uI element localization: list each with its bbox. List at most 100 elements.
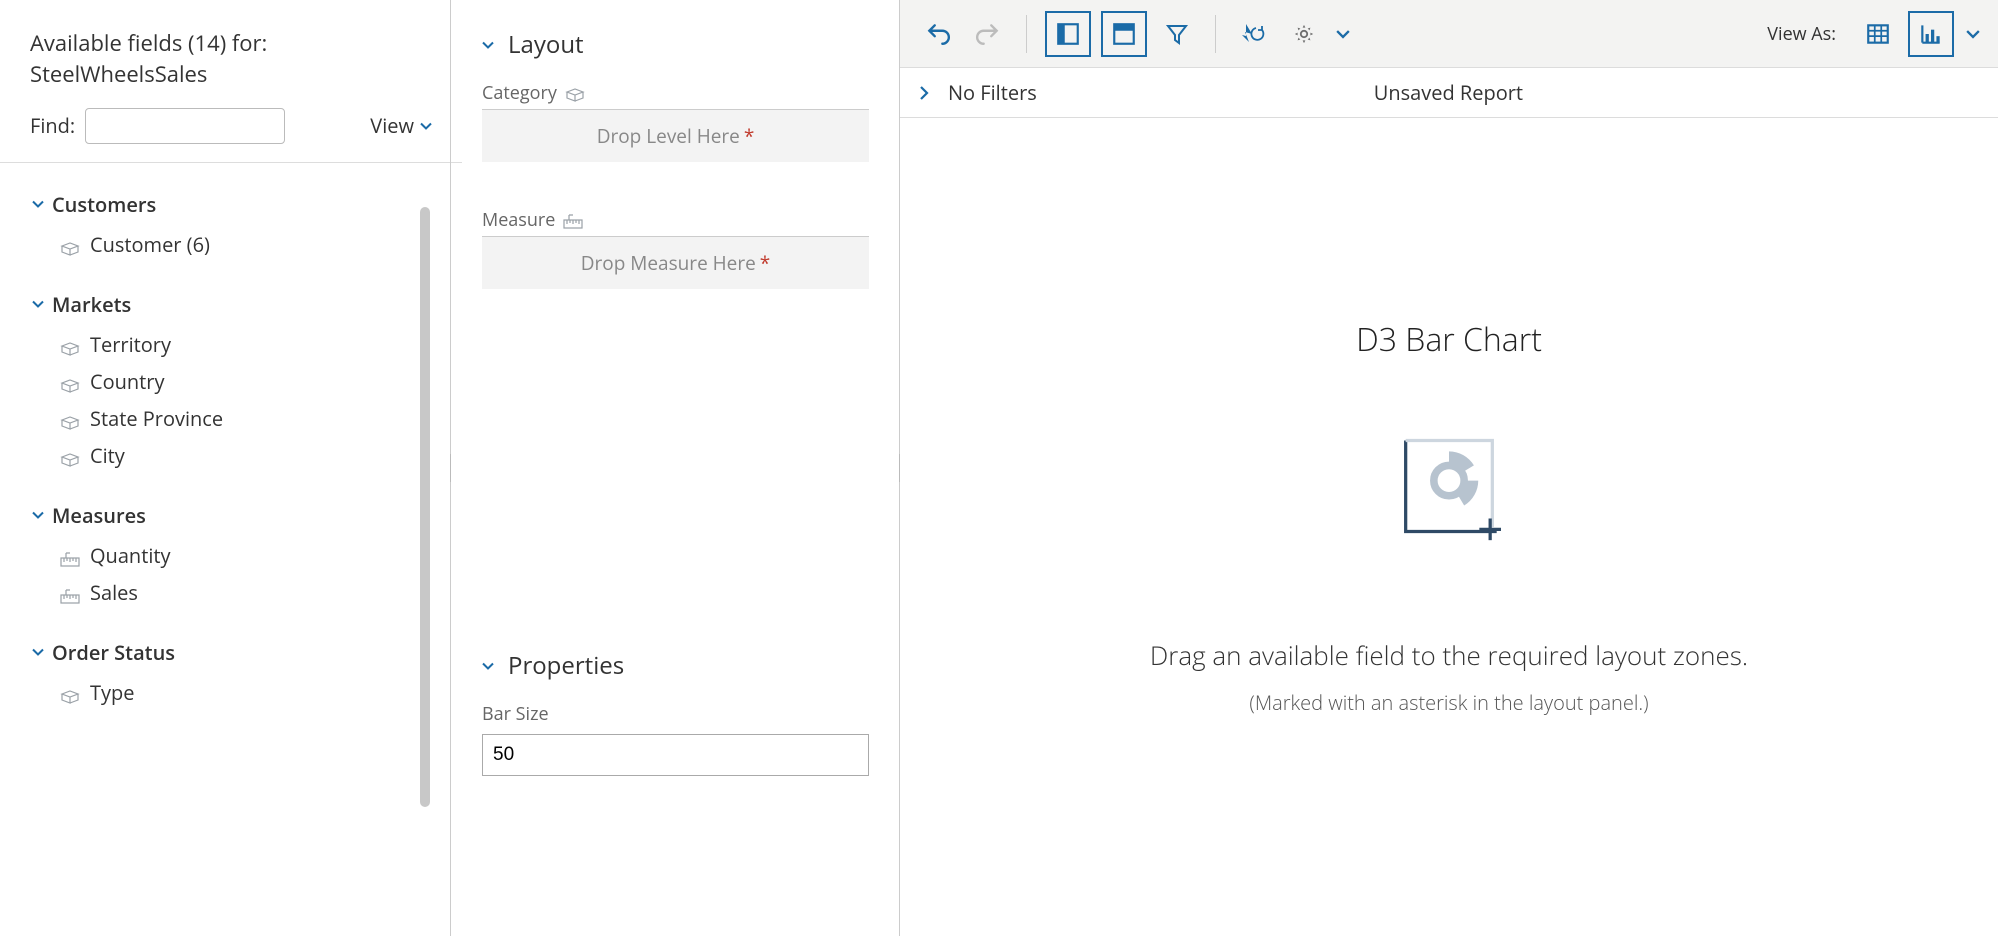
field-group-name: Customers <box>52 191 156 218</box>
field-item-label: State Province <box>90 405 223 432</box>
undo-button[interactable] <box>918 14 958 54</box>
field-group-name: Order Status <box>52 639 175 666</box>
fields-title-prefix: Available fields (14) for: <box>30 28 267 58</box>
field-item-label: Customer (6) <box>90 231 210 258</box>
vertical-divider <box>899 0 900 936</box>
field-item-label: City <box>90 442 125 469</box>
layout-section-header[interactable]: Layout <box>482 28 869 61</box>
resize-handle-icon[interactable] <box>450 454 451 482</box>
field-item[interactable]: Customer (6) <box>60 226 432 263</box>
properties-section: Properties Bar Size <box>482 649 869 776</box>
category-drop-zone[interactable]: Drop Level Here * <box>482 110 869 162</box>
filter-bar: No Filters Unsaved Report <box>900 68 1998 118</box>
report-canvas: D3 Bar Chart Drag an available field to … <box>900 118 1998 936</box>
field-group-header[interactable]: Markets <box>30 291 432 318</box>
view-as-chart-button[interactable] <box>1908 11 1954 57</box>
field-group-name: Markets <box>52 291 131 318</box>
field-item[interactable]: Territory <box>60 326 432 363</box>
measure-label-text: Measure <box>482 208 555 232</box>
field-item-label: Country <box>90 368 164 395</box>
toolbar-separator <box>1215 15 1216 53</box>
field-items: Customer (6) <box>30 226 432 263</box>
scrollbar[interactable] <box>420 207 430 907</box>
filter-button[interactable] <box>1157 14 1197 54</box>
dimension-icon <box>60 236 80 252</box>
toggle-layout-panel-button[interactable] <box>1101 11 1147 57</box>
field-item[interactable]: Country <box>60 363 432 400</box>
chevron-down-icon <box>30 646 46 658</box>
resize-handle-icon[interactable] <box>899 454 900 482</box>
find-label: Find: <box>30 112 75 139</box>
chevron-down-icon <box>30 509 46 521</box>
scrollbar-thumb[interactable] <box>420 207 430 807</box>
divider <box>0 162 462 163</box>
toggle-fields-panel-button[interactable] <box>1045 11 1091 57</box>
canvas-message: Drag an available field to the required … <box>1150 637 1748 673</box>
fields-title: Available fields (14) for: SteelWheelsSa… <box>30 28 432 90</box>
redo-button[interactable] <box>968 14 1008 54</box>
field-items: Territory Country State Province City <box>30 326 432 474</box>
category-zone-label: Category <box>482 81 869 110</box>
field-item[interactable]: Type <box>60 674 432 711</box>
toolbar-separator <box>1026 15 1027 53</box>
field-item[interactable]: Sales <box>60 574 432 611</box>
drop-measure-text: Drop Measure Here <box>581 250 756 276</box>
field-item-label: Sales <box>90 579 138 606</box>
report-panel: View As: No Filters Unsaved Report D3 Ba… <box>900 0 1998 936</box>
measure-icon <box>60 547 80 563</box>
fields-panel: Available fields (14) for: SteelWheelsSa… <box>0 0 450 936</box>
view-as-table-button[interactable] <box>1858 14 1898 54</box>
field-group: Customers Customer (6) <box>30 191 432 263</box>
chevron-down-icon <box>30 198 46 210</box>
field-group-name: Measures <box>52 502 146 529</box>
dimension-icon <box>60 373 80 389</box>
field-item[interactable]: City <box>60 437 432 474</box>
dimension-icon <box>60 336 80 352</box>
view-label: View <box>370 112 414 139</box>
field-group-header[interactable]: Order Status <box>30 639 432 666</box>
bar-size-input[interactable] <box>482 734 869 776</box>
field-group: Markets Territory Country State Province Cit… <box>30 291 432 474</box>
fields-source: SteelWheelsSales <box>30 59 207 89</box>
field-group-header[interactable]: Measures <box>30 502 432 529</box>
field-item-label: Territory <box>90 331 171 358</box>
chevron-down-icon <box>482 39 498 51</box>
view-dropdown[interactable]: View <box>370 112 432 139</box>
auto-refresh-button[interactable] <box>1234 14 1274 54</box>
field-items: Quantity Sales <box>30 537 432 611</box>
field-item[interactable]: Quantity <box>60 537 432 574</box>
required-asterisk: * <box>760 250 770 276</box>
dimension-icon <box>60 410 80 426</box>
toolbar: View As: <box>900 0 1998 68</box>
find-row: Find: View <box>30 108 432 144</box>
filter-status-text: No Filters <box>948 79 1037 106</box>
report-title: Unsaved Report <box>1037 79 1860 106</box>
measure-drop-zone[interactable]: Drop Measure Here * <box>482 237 869 289</box>
find-input[interactable] <box>85 108 285 144</box>
field-group: Order Status Type <box>30 639 432 711</box>
measure-icon <box>60 584 80 600</box>
canvas-sub-message: (Marked with an asterisk in the layout p… <box>1249 689 1648 716</box>
chevron-down-icon <box>420 120 432 132</box>
measure-zone-label: Measure <box>482 208 869 237</box>
field-items: Type <box>30 674 432 711</box>
layout-header-label: Layout <box>508 28 584 61</box>
placeholder-chart-icon <box>1384 421 1514 557</box>
properties-section-header[interactable]: Properties <box>482 649 869 682</box>
field-group: Measures Quantity Sales <box>30 502 432 611</box>
chevron-down-icon[interactable] <box>1966 27 1980 41</box>
more-options-button[interactable] <box>1284 14 1324 54</box>
filter-expand-toggle[interactable] <box>918 86 936 100</box>
field-item[interactable]: State Province <box>60 400 432 437</box>
required-asterisk: * <box>744 123 754 149</box>
drop-level-text: Drop Level Here <box>597 123 740 149</box>
canvas-title: D3 Bar Chart <box>1356 318 1542 361</box>
chevron-down-icon <box>482 660 498 672</box>
field-item-label: Quantity <box>90 542 171 569</box>
fields-scroll: Customers Customer (6) Markets Territory Cou… <box>30 191 432 911</box>
dimension-icon <box>60 447 80 463</box>
field-group-header[interactable]: Customers <box>30 191 432 218</box>
chevron-down-icon[interactable] <box>1336 27 1350 41</box>
properties-header-label: Properties <box>508 649 624 682</box>
vertical-divider <box>450 0 451 936</box>
